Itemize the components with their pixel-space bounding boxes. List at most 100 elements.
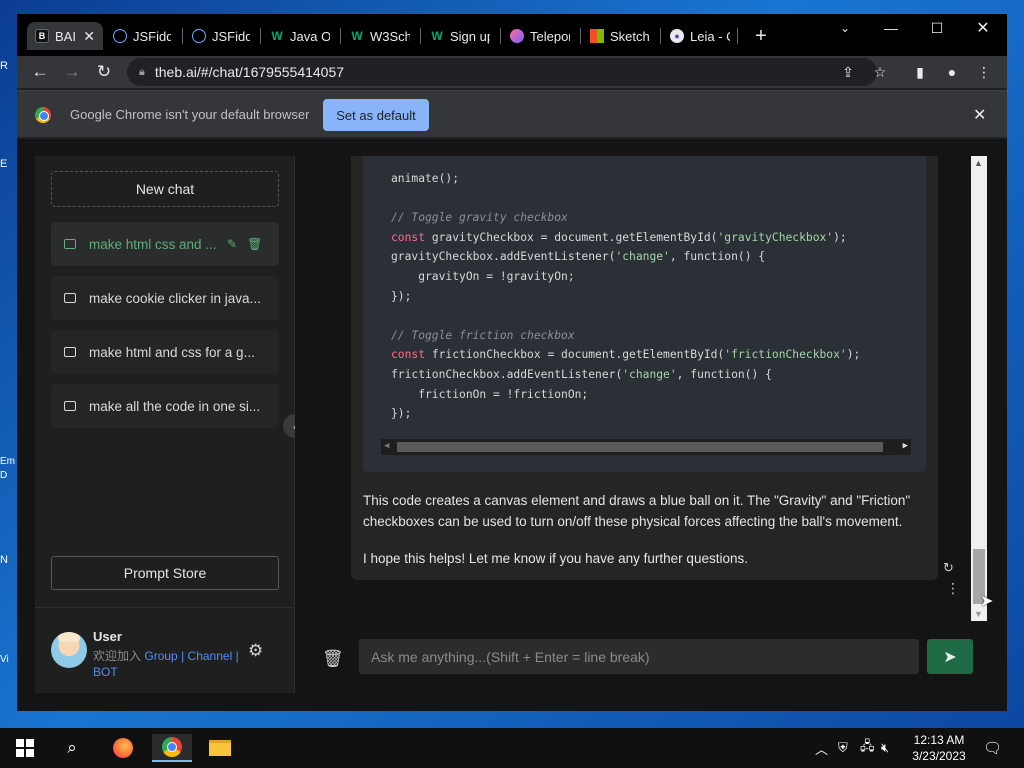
channel-link[interactable]: Channel [188,649,233,663]
chat-bubble-icon [64,239,76,249]
tab-separator [260,28,261,44]
start-button[interactable] [10,734,40,762]
chat-item[interactable]: make cookie clicker in java... [51,276,279,320]
tab-separator [182,28,183,44]
notification-icon[interactable]: 🗨︎ [983,728,1002,768]
message-paragraph: I hope this helps! Let me know if you ha… [363,551,748,566]
security-icon[interactable]: ⛨ [838,728,848,768]
desktop-icon-label[interactable]: Vi [0,654,18,665]
chat-item-label: make cookie clicker in java... [89,290,261,306]
reload-icon[interactable]: ↻ [92,60,116,84]
windows-logo-icon [16,739,34,757]
close-window-icon[interactable]: ✕ [960,14,1006,42]
code-horizontal-scrollbar[interactable]: ◀ ▶ [381,439,911,455]
code-line: frictionCheckbox.addEventListener('chang… [391,368,772,381]
tab-leia[interactable]: ● Leia - C [662,22,738,50]
tab-title: JSFiddl [133,28,171,44]
file-explorer-icon[interactable] [205,734,235,762]
desktop-icon-label[interactable]: D [0,470,18,481]
send-button[interactable]: ➤ [927,639,973,674]
infobar-message: Google Chrome isn't your default browser [70,107,310,122]
chat-item[interactable]: make html css and ... ✎ 🗑︎ [51,222,279,266]
w3schools-icon: W [271,29,283,43]
new-chat-button[interactable]: New chat [51,171,279,207]
tab-title: Sketch [610,28,650,44]
chat-item[interactable]: make html and css for a g... [51,330,279,374]
volume-muted-icon[interactable]: 🔇︎ [881,728,889,768]
infobar-close-icon[interactable]: ✕ [973,105,986,125]
desktop-icon-label[interactable]: E [0,158,18,170]
address-bar[interactable]: 🔒︎ theb.ai/#/chat/1679555414057 [127,58,877,86]
jsfiddle-icon [113,29,127,43]
forward-icon[interactable]: → [60,60,84,84]
chat-item-label: make html css and ... [89,236,217,252]
tab-signup[interactable]: W Sign up [422,22,498,50]
side-panel-icon[interactable]: ▮ [908,60,932,84]
show-hidden-icons[interactable]: ︿ [815,728,828,768]
tab-title: W3Sch [370,28,410,44]
minimize-icon[interactable]: — [868,14,914,42]
bookmark-star-icon[interactable]: ☆ [868,60,892,84]
chat-item[interactable]: make all the code in one si... [51,384,279,428]
tab-jsfiddle[interactable]: JSFiddl [184,22,258,50]
message-paragraph: This code creates a canvas element and d… [363,493,911,529]
scroll-right-icon[interactable]: ▶ [903,441,908,451]
scrollbar-thumb[interactable] [397,442,883,452]
scroll-left-icon[interactable]: ◀ [384,441,389,451]
tab-separator [340,28,341,44]
tab-title: Java Or [290,28,330,44]
teleport-icon [510,29,524,43]
tab-separator [420,28,421,44]
prompt-store-button[interactable]: Prompt Store [51,556,279,590]
code-line: // Toggle gravity checkbox [391,211,568,225]
search-icon[interactable]: ⌕ [57,734,87,762]
tab-title: JSFiddl [212,28,250,44]
code-line: animate(); [391,172,460,185]
clock-date: 3/23/2023 [912,749,966,763]
tab-title: Telepor [530,28,570,44]
clear-chat-trash-icon[interactable]: 🗑︎ [322,649,344,669]
tab-bai[interactable]: B BAI ✕ [27,22,103,50]
set-as-default-button[interactable]: Set as default [323,99,429,131]
menu-kebab-icon[interactable]: ⋮ [972,60,996,84]
chat-bubble-icon [64,401,76,411]
new-tab-button[interactable]: + [747,22,775,50]
scroll-up-icon[interactable]: ▲ [974,158,983,168]
close-tab-icon[interactable]: ✕ [83,28,95,45]
share-icon[interactable]: ⇪ [836,60,860,84]
chat-input[interactable]: Ask me anything...(Shift + Enter = line … [359,639,919,674]
group-link[interactable]: Group [144,649,177,663]
chat-main: animate(); // Toggle gravity checkbox cons… [295,156,989,693]
page-content: New chat make html css and ... ✎ 🗑︎ make… [17,139,1007,711]
regenerate-icon[interactable]: ↻ [943,560,954,576]
bot-link[interactable]: BOT [93,665,118,679]
taskbar-clock[interactable]: 12:13 AM 3/23/2023 [899,732,979,764]
tab-w3schools[interactable]: W W3Sch [342,22,418,50]
network-icon[interactable]: 🖧︎ [860,728,875,768]
page-vertical-scrollbar[interactable]: ▲ ▼ [971,156,987,621]
tab-separator [737,28,738,44]
tab-teleport[interactable]: Telepor [502,22,578,50]
settings-gear-icon[interactable]: ⚙ [248,641,263,661]
desktop-icon-label[interactable]: R [0,60,18,72]
tab-jsfiddle[interactable]: JSFiddl [105,22,179,50]
desktop-icon-label[interactable]: N [0,554,18,566]
maximize-icon[interactable]: ☐ [914,14,960,42]
tab-title: Leia - C [690,28,730,44]
code-line: gravityOn = !gravityOn; [391,270,575,283]
back-icon[interactable]: ← [28,60,52,84]
tab-search-icon[interactable]: ⌄ [822,14,868,42]
profile-icon[interactable]: ● [940,60,964,84]
more-options-icon[interactable]: ⋮ [946,580,960,597]
chat-bubble-icon [64,293,76,303]
sidebar: New chat make html css and ... ✎ 🗑︎ make… [35,156,295,693]
edit-icon[interactable]: ✎ [227,237,237,251]
chrome-taskbar-icon[interactable] [152,734,192,762]
tab-strip: B BAI ✕ JSFiddl JSFiddl W Java Or W W3Sc… [17,14,1007,56]
tab-sketch[interactable]: Sketch [582,22,658,50]
desktop-icon-label[interactable]: Em [0,456,18,467]
taskbar: ⌕ ︿ ⛨ 🖧︎ 🔇︎ 12:13 AM 3/23/2023 🗨︎ [0,728,1024,768]
trash-icon[interactable]: 🗑︎ [247,237,262,251]
tab-java[interactable]: W Java Or [262,22,338,50]
firefox-icon[interactable] [108,734,138,762]
